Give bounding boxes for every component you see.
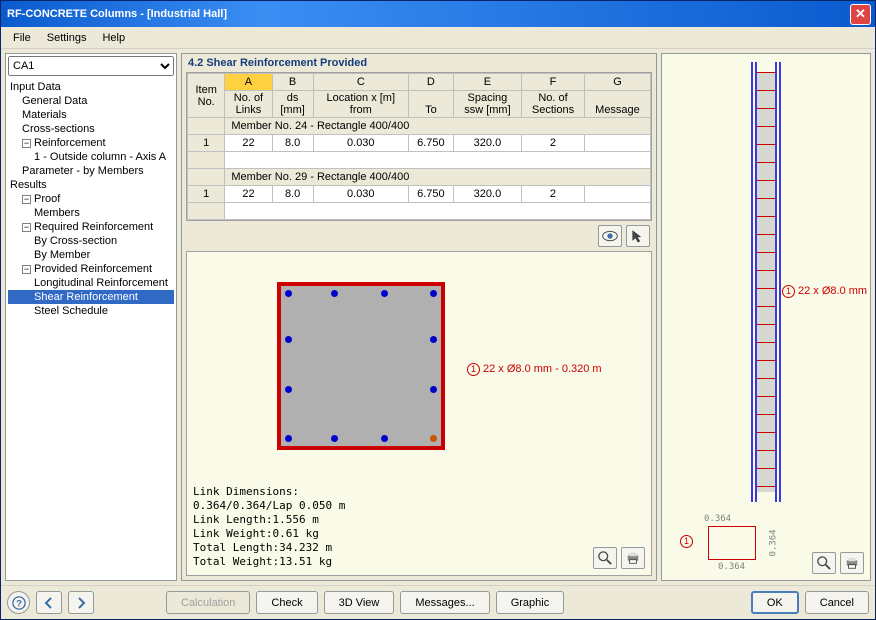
close-button[interactable]: ✕ — [850, 4, 871, 25]
menubar: File Settings Help — [1, 27, 875, 49]
h-message: Message — [584, 91, 650, 118]
tree-toggle-icon[interactable]: − — [22, 223, 31, 232]
footing-annotation: 1 — [680, 534, 693, 548]
table-row[interactable]: 1 228.0 0.0306.750 320.02 — [188, 135, 651, 152]
table-row[interactable]: 1 228.0 0.0306.750 320.02 — [188, 186, 651, 203]
tree-results[interactable]: Results — [8, 178, 174, 192]
annotation-number-icon: 1 — [467, 363, 480, 376]
zoom-button[interactable] — [812, 552, 836, 574]
annotation-number-icon: 1 — [782, 285, 795, 298]
section-title: 4.2 Shear Reinforcement Provided — [182, 54, 656, 72]
col-C[interactable]: C — [313, 74, 408, 91]
results-table[interactable]: ItemNo. A B C D E F G No. ofLinks ds[mm]… — [186, 72, 652, 221]
column-elevation — [751, 62, 781, 502]
titlebar: RF-CONCRETE Columns - [Industrial Hall] … — [1, 1, 875, 27]
col-A[interactable]: A — [225, 74, 272, 91]
tree-by-cs[interactable]: By Cross-section — [8, 234, 174, 248]
tree-reinforcement[interactable]: −Reinforcement — [8, 136, 174, 150]
tree-by-member[interactable]: By Member — [8, 248, 174, 262]
col-F[interactable]: F — [522, 74, 585, 91]
main-panel: 4.2 Shear Reinforcement Provided ItemNo.… — [181, 53, 657, 581]
case-combo[interactable]: CA1 — [8, 56, 174, 76]
tree-proof[interactable]: −Proof — [8, 192, 174, 206]
tree-toggle-icon[interactable]: − — [22, 195, 31, 204]
menu-file[interactable]: File — [5, 30, 39, 46]
cross-section-rect — [277, 282, 445, 450]
menu-help[interactable]: Help — [94, 30, 133, 46]
navigator-panel: CA1 Input Data General Data Materials Cr… — [5, 53, 177, 581]
magnifier-icon — [817, 556, 831, 570]
tree-general-data[interactable]: General Data — [8, 94, 174, 108]
col-E[interactable]: E — [453, 74, 521, 91]
zoom-button[interactable] — [593, 547, 617, 569]
col-D[interactable]: D — [408, 74, 453, 91]
cursor-icon — [631, 229, 645, 243]
group-row[interactable]: Member No. 29 - Rectangle 400/400 — [225, 169, 651, 186]
dim-label: 0.364 — [718, 562, 745, 572]
dim-label: 0.364 — [704, 514, 731, 524]
elevation-annotation: 122 x Ø8.0 mm — [782, 284, 867, 298]
3d-view-button[interactable]: 3D View — [324, 591, 395, 614]
navigator-tree[interactable]: Input Data General Data Materials Cross-… — [6, 78, 176, 580]
h-to: To — [408, 91, 453, 118]
h-from: Location x [m]from — [313, 91, 408, 118]
menu-settings[interactable]: Settings — [39, 30, 95, 46]
view-button[interactable] — [598, 225, 622, 247]
footing-outline — [708, 526, 756, 560]
cancel-button[interactable]: Cancel — [805, 591, 869, 614]
tree-req-reinf[interactable]: −Required Reinforcement — [8, 220, 174, 234]
annotation-number-icon: 1 — [680, 535, 693, 548]
tree-steel-sched[interactable]: Steel Schedule — [8, 304, 174, 318]
tree-shear-reinf[interactable]: Shear Reinforcement — [8, 290, 174, 304]
printer-icon — [845, 556, 859, 570]
tree-toggle-icon[interactable]: − — [22, 139, 31, 148]
stirrup-annotation: 122 x Ø8.0 mm - 0.320 m — [467, 362, 602, 376]
svg-text:?: ? — [16, 598, 22, 609]
chevron-left-icon — [43, 597, 55, 609]
h-sections: No. ofSections — [522, 91, 585, 118]
help-icon: ? — [12, 596, 26, 610]
window-title: RF-CONCRETE Columns - [Industrial Hall] — [5, 8, 850, 20]
chevron-right-icon — [75, 597, 87, 609]
elevation-panel[interactable]: 122 x Ø8.0 mm 1 0.364 0.364 0.364 — [661, 53, 871, 581]
tree-toggle-icon[interactable]: − — [22, 265, 31, 274]
select-button[interactable] — [626, 225, 650, 247]
tree-long-reinf[interactable]: Longitudinal Reinforcement — [8, 276, 174, 290]
print-button[interactable] — [840, 552, 864, 574]
col-G[interactable]: G — [584, 74, 650, 91]
tree-prov-reinf[interactable]: −Provided Reinforcement — [8, 262, 174, 276]
magnifier-icon — [598, 551, 612, 565]
help-button[interactable]: ? — [7, 591, 30, 614]
eye-icon — [602, 230, 618, 242]
printer-icon — [626, 551, 640, 565]
section-drawing[interactable]: 122 x Ø8.0 mm - 0.320 m Link Dimensions:… — [186, 251, 652, 576]
bottom-toolbar: ? Calculation Check 3D View Messages... … — [1, 585, 875, 619]
tree-input-data[interactable]: Input Data — [8, 80, 174, 94]
tree-reinf-1[interactable]: 1 - Outside column - Axis A — [8, 150, 174, 164]
h-ds: ds[mm] — [272, 91, 313, 118]
tree-materials[interactable]: Materials — [8, 108, 174, 122]
h-links: No. ofLinks — [225, 91, 272, 118]
col-item: ItemNo. — [188, 74, 225, 118]
tree-param-members[interactable]: Parameter - by Members — [8, 164, 174, 178]
calculation-button: Calculation — [166, 591, 250, 614]
tree-members[interactable]: Members — [8, 206, 174, 220]
prev-button[interactable] — [36, 591, 62, 614]
graphic-button[interactable]: Graphic — [496, 591, 565, 614]
messages-button[interactable]: Messages... — [400, 591, 489, 614]
h-spacing: Spacingssw [mm] — [453, 91, 521, 118]
link-dimensions-text: Link Dimensions: 0.364/0.364/Lap 0.050 m… — [193, 485, 345, 569]
print-button[interactable] — [621, 547, 645, 569]
check-button[interactable]: Check — [256, 591, 317, 614]
dim-label: 0.364 — [769, 529, 779, 556]
col-B[interactable]: B — [272, 74, 313, 91]
next-button[interactable] — [68, 591, 94, 614]
group-row[interactable]: Member No. 24 - Rectangle 400/400 — [225, 118, 651, 135]
tree-cross-sections[interactable]: Cross-sections — [8, 122, 174, 136]
ok-button[interactable]: OK — [751, 591, 799, 614]
